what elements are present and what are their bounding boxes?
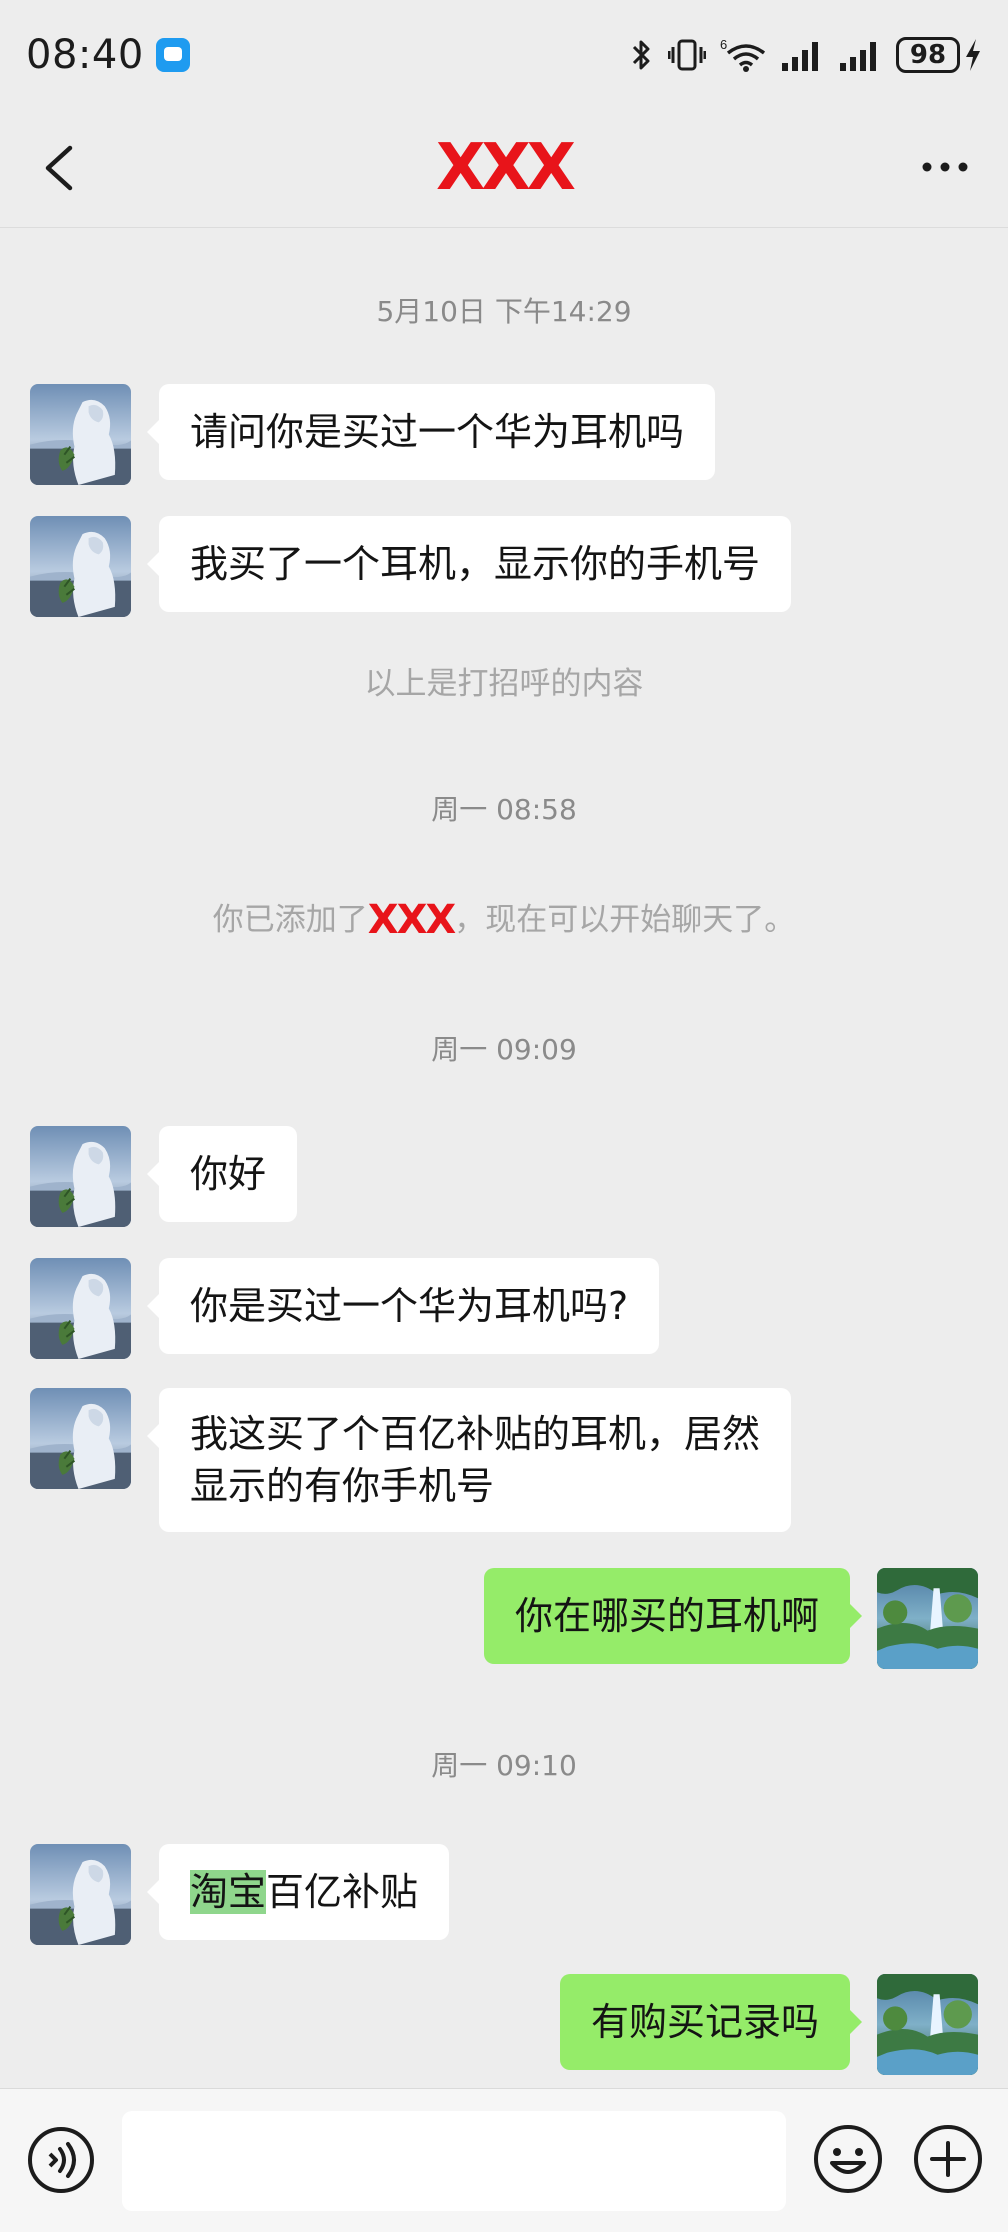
timestamp: 周一 09:09 xyxy=(431,1033,577,1066)
message-input[interactable] xyxy=(122,2111,786,2211)
message-text: 显示的有你手机号 xyxy=(190,1464,495,1508)
contact-avatar[interactable] xyxy=(30,1258,131,1359)
message-text: 你是买过一个华为耳机吗? xyxy=(190,1284,629,1328)
input-bar xyxy=(0,2088,1008,2232)
timestamp: 周一 09:10 xyxy=(431,1749,577,1782)
system-notice: 以上是打招呼的内容 xyxy=(364,666,644,702)
message-text: 我买了一个耳机，显示你的手机号 xyxy=(190,542,761,586)
contact-avatar[interactable] xyxy=(30,1844,131,1945)
status-time: 08:40 xyxy=(26,32,144,78)
system-notice: 你已添加了XXX，现在可以开始聊天了。 xyxy=(0,894,1008,943)
status-icons: 6 98 xyxy=(630,37,982,73)
message-bubble-self[interactable]: 有购买记录吗 xyxy=(559,1974,863,2070)
message-text: 请问你是买过一个华为耳机吗 xyxy=(190,410,685,454)
self-avatar[interactable] xyxy=(877,1974,978,2075)
message-bubble[interactable]: 我买了一个耳机，显示你的手机号 xyxy=(146,516,792,612)
system-notice-suffix: ，现在可以开始聊天了。 xyxy=(454,902,796,938)
plus-icon[interactable] xyxy=(912,2123,984,2195)
system-notice-prefix: 你已添加了 xyxy=(212,902,368,938)
chat-title: XXX xyxy=(435,131,576,205)
message-text: 百亿补贴 xyxy=(266,1870,419,1914)
timestamp: 5月10日 下午14:29 xyxy=(376,295,632,328)
vibrate-icon xyxy=(668,39,706,71)
signal-icon xyxy=(840,42,876,71)
self-avatar[interactable] xyxy=(877,1568,978,1669)
timestamp: 周一 08:58 xyxy=(431,793,577,826)
highlighted-text[interactable]: 淘宝 xyxy=(190,1870,267,1914)
wifi-icon: 6 xyxy=(720,37,766,72)
contact-avatar[interactable] xyxy=(30,1126,131,1227)
chat-area[interactable]: 5月10日 下午14:29 请问你是买过一个华为耳机吗 我买了一个耳机，显示你的… xyxy=(0,228,1008,2088)
voice-icon[interactable] xyxy=(26,2125,96,2195)
contact-avatar[interactable] xyxy=(30,384,131,485)
message-text: 有购买记录吗 xyxy=(590,2000,819,2044)
chat-screen: 08:40 6 98 XXX 5月10日 下午14:29 请问你是买过一个华为耳… xyxy=(0,0,1008,2232)
added-contact-name: XXX xyxy=(367,897,457,943)
message-bubble[interactable]: 你是买过一个华为耳机吗? xyxy=(146,1258,660,1354)
more-icon[interactable] xyxy=(920,160,970,174)
message-text: 你在哪买的耳机啊 xyxy=(514,1594,819,1638)
contact-avatar[interactable] xyxy=(30,1388,131,1489)
message-notification-icon xyxy=(155,38,190,72)
message-text: 我这买了个百亿补贴的耳机，居然 xyxy=(190,1412,761,1456)
message-bubble-self[interactable]: 你在哪买的耳机啊 xyxy=(483,1568,863,1664)
message-bubble[interactable]: 我这买了个百亿补贴的耳机，居然 显示的有你手机号 xyxy=(146,1388,792,1532)
contact-avatar[interactable] xyxy=(30,516,131,617)
message-bubble[interactable]: 请问你是买过一个华为耳机吗 xyxy=(146,384,716,480)
battery-icon: 98 xyxy=(896,37,982,73)
emoji-icon[interactable] xyxy=(812,2123,884,2195)
svg-text:6: 6 xyxy=(720,37,727,52)
charging-icon xyxy=(966,39,980,71)
nav-bar: XXX xyxy=(0,110,1008,228)
bluetooth-icon xyxy=(632,40,650,70)
message-bubble[interactable]: 你好 xyxy=(146,1126,298,1222)
signal-icon xyxy=(782,42,818,71)
message-bubble[interactable]: 淘宝百亿补贴 xyxy=(146,1844,450,1940)
battery-level: 98 xyxy=(896,37,960,73)
status-bar: 08:40 6 98 xyxy=(0,0,1008,110)
message-text: 你好 xyxy=(190,1152,267,1196)
